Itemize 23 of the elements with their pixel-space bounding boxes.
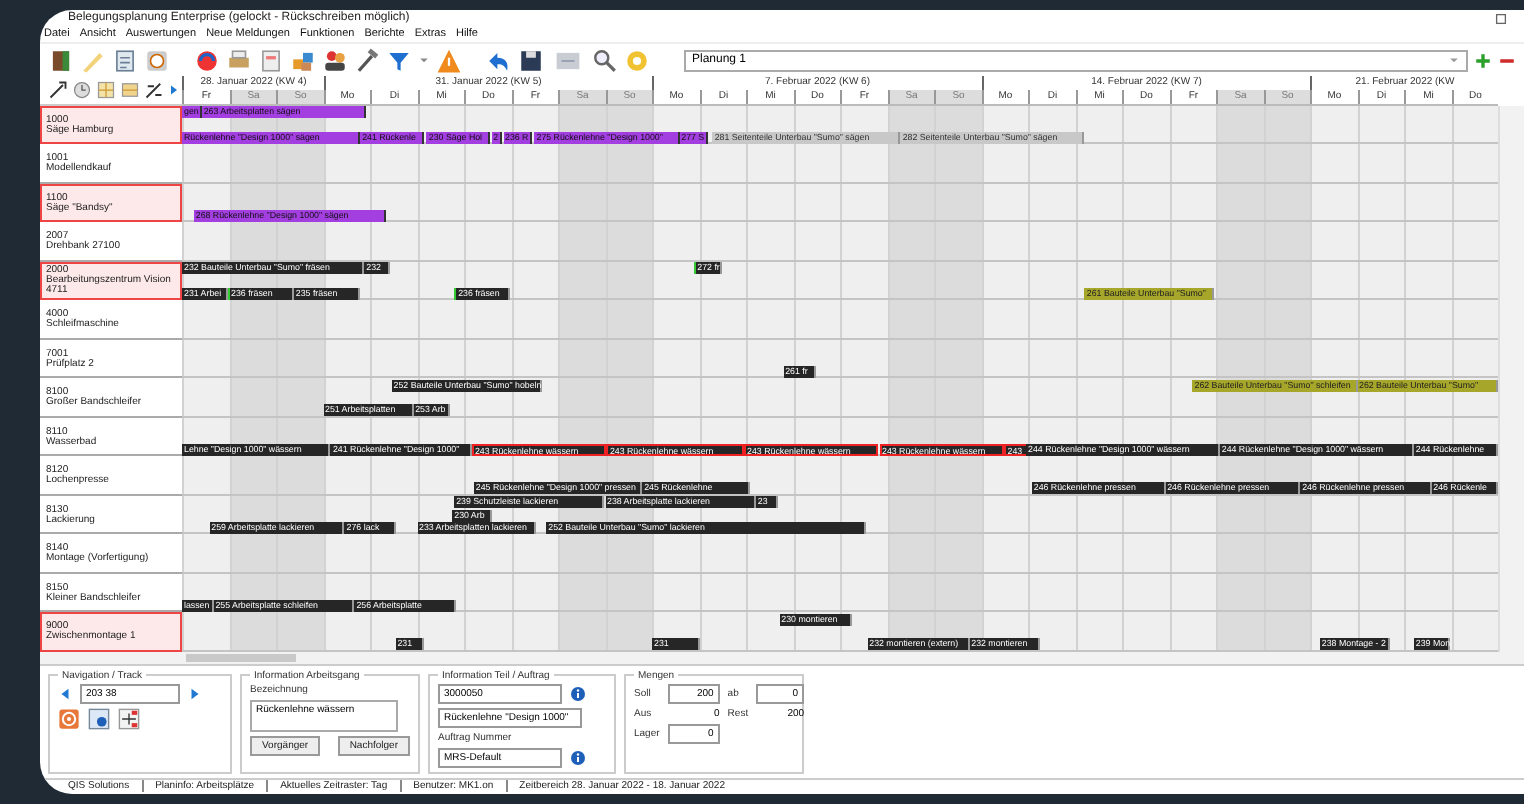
people-icon[interactable]: [322, 47, 348, 74]
vertical-scrollbar[interactable]: [1498, 105, 1524, 652]
maximize-icon[interactable]: [1494, 11, 1508, 26]
clipboard-icon[interactable]: [112, 47, 138, 74]
right-arrow-icon[interactable]: [188, 685, 202, 702]
info-icon[interactable]: [570, 685, 586, 702]
left-arrow-icon[interactable]: [58, 685, 72, 702]
right-arrow-icon[interactable]: [168, 81, 180, 98]
target-icon[interactable]: [58, 707, 80, 730]
plus-icon[interactable]: [1474, 51, 1492, 70]
info-icon[interactable]: [570, 749, 586, 766]
grid-icon[interactable]: [96, 79, 116, 100]
search-icon[interactable]: [592, 47, 618, 74]
printer-icon[interactable]: [226, 47, 252, 74]
book-icon[interactable]: [48, 47, 74, 74]
document-icon[interactable]: [258, 47, 284, 74]
caret-icon[interactable]: [418, 54, 430, 67]
warning-icon[interactable]: [436, 47, 462, 74]
save-icon[interactable]: [518, 47, 544, 74]
boxes-icon[interactable]: [290, 47, 316, 74]
filter-icon[interactable]: [386, 47, 412, 74]
caret-icon[interactable]: [1448, 54, 1460, 67]
hammer-icon[interactable]: [354, 47, 380, 74]
